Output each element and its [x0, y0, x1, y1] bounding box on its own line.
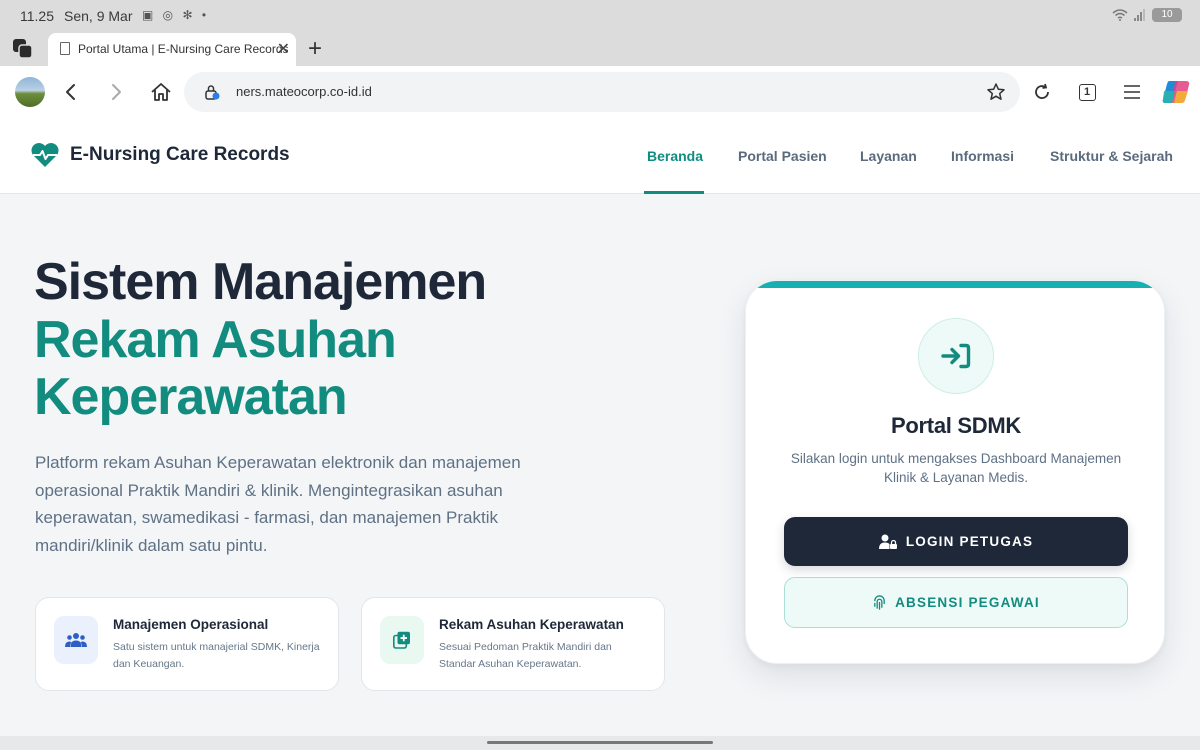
feature-title: Rekam Asuhan Keperawatan [439, 617, 624, 632]
close-tab-icon[interactable]: ✕ [277, 39, 290, 59]
nav-portal-pasien[interactable]: Portal Pasien [738, 148, 827, 164]
portal-subtitle: Silakan login untuk mengakses Dashboard … [790, 451, 1122, 485]
home-icon[interactable] [148, 79, 174, 105]
copilot-icon[interactable] [1161, 78, 1191, 106]
site-navbar: E-Nursing Care Records Beranda Portal Pa… [0, 118, 1200, 194]
status-time: 11.25 [20, 8, 54, 24]
reload-icon[interactable] [1029, 79, 1055, 105]
new-tab-icon[interactable]: + [308, 35, 322, 63]
nav-informasi[interactable]: Informasi [951, 148, 1014, 164]
fingerprint-icon [874, 595, 885, 610]
feature-card-rekam-asuhan: Rekam Asuhan Keperawatan Sesuai Pedoman … [361, 597, 665, 691]
brand-name: E-Nursing Care Records [70, 144, 290, 165]
bookmark-star-icon[interactable] [986, 82, 1006, 102]
login-petugas-button[interactable]: LOGIN PETUGAS [784, 517, 1128, 566]
site-info-icon[interactable] [204, 84, 220, 100]
absensi-pegawai-button[interactable]: ABSENSI PEGAWAI [784, 577, 1128, 628]
login-petugas-label: LOGIN PETUGAS [905, 534, 1034, 549]
page-icon [60, 42, 70, 55]
nav-beranda[interactable]: Beranda [647, 148, 703, 164]
users-icon [54, 616, 98, 664]
active-nav-indicator [644, 191, 704, 194]
portal-login-card: Portal SDMK Silakan login untuk mengakse… [745, 280, 1165, 664]
hero-description: Platform rekam Asuhan Keperawatan elektr… [35, 453, 521, 555]
hero-title-line-3: Keperawatan [34, 368, 348, 426]
absensi-pegawai-label: ABSENSI PEGAWAI [895, 595, 1040, 610]
feature-description: Satu sistem untuk manajerial SDMK, Kiner… [113, 641, 320, 670]
gesture-bar [0, 736, 1200, 750]
browser-tab-strip: Portal Utama | E-Nursing Care Records ✕ … [0, 32, 1200, 66]
system-status-bar: 11.25 Sen, 9 Mar ▣ ◎ ✻ • 10 [0, 0, 1200, 32]
feature-description: Sesuai Pedoman Praktik Mandiri dan Stand… [439, 641, 612, 670]
user-lock-icon [878, 534, 897, 549]
nav-struktur-sejarah[interactable]: Struktur & Sejarah [1050, 148, 1173, 164]
notification-icons: ▣ ◎ ✻ • [142, 8, 210, 22]
medical-record-icon [380, 616, 424, 664]
tab-count-button[interactable]: 1 [1074, 79, 1100, 105]
feature-title: Manajemen Operasional [113, 617, 269, 632]
signal-icon [1134, 9, 1145, 21]
wifi-icon [1112, 9, 1128, 21]
battery-icon: 10 [1152, 8, 1182, 22]
tab-title: Portal Utama | E-Nursing Care Records [78, 42, 289, 56]
url-text[interactable]: ners.mateocorp.co-id.id [236, 84, 372, 99]
browser-tab[interactable]: Portal Utama | E-Nursing Care Records ✕ [48, 33, 296, 66]
feature-card-operasional: Manajemen Operasional Satu sistem untuk … [35, 597, 339, 691]
hero-title-line-1: Sistem Manajemen [34, 253, 487, 311]
status-right: 10 [1112, 8, 1182, 22]
card-accent-bar [746, 281, 1164, 288]
tab-count: 1 [1078, 83, 1096, 101]
hero-title-line-2: Rekam Asuhan [34, 311, 397, 369]
profile-avatar[interactable] [15, 77, 45, 107]
sign-in-icon [918, 318, 994, 394]
back-icon[interactable] [58, 79, 84, 105]
address-bar[interactable]: ners.mateocorp.co-id.id [184, 72, 1020, 112]
brand[interactable]: E-Nursing Care Records [30, 142, 290, 168]
browser-toolbar: ners.mateocorp.co-id.id 1 [0, 66, 1200, 118]
status-date: Sen, 9 Mar [64, 8, 133, 24]
portal-title: Portal SDMK [891, 413, 1021, 438]
heart-pulse-icon [31, 143, 59, 167]
menu-icon[interactable] [1119, 79, 1145, 105]
home-indicator[interactable] [487, 741, 713, 744]
tab-switcher-icon[interactable] [12, 38, 34, 60]
forward-icon[interactable] [103, 79, 129, 105]
nav-layanan[interactable]: Layanan [860, 148, 917, 164]
